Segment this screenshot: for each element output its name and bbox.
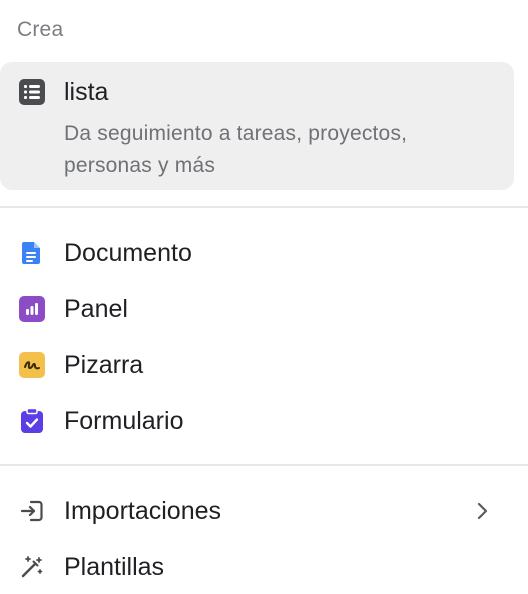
panel-chart-icon	[19, 296, 45, 322]
divider	[0, 464, 528, 466]
whiteboard-icon	[19, 352, 45, 378]
templates-label: Plantillas	[64, 553, 165, 581]
form-clipboard-icon	[19, 408, 45, 434]
panel-label: Panel	[64, 295, 128, 323]
magic-wand-icon	[19, 554, 45, 580]
import-icon	[19, 498, 45, 524]
imports-label: Importaciones	[64, 497, 222, 525]
list-title: lista	[64, 78, 109, 106]
create-document-item[interactable]: Documento	[0, 228, 528, 278]
divider	[0, 206, 528, 208]
create-whiteboard-item[interactable]: Pizarra	[0, 340, 528, 390]
templates-item[interactable]: Plantillas	[0, 542, 528, 592]
create-menu: Crea lista Da seguimiento a tareas, proy…	[0, 0, 528, 594]
create-panel-item[interactable]: Panel	[0, 284, 528, 334]
whiteboard-label: Pizarra	[64, 351, 144, 379]
document-label: Documento	[64, 239, 192, 267]
list-description: Da seguimiento a tareas, proyectos, pers…	[64, 122, 408, 177]
imports-item[interactable]: Importaciones	[0, 486, 528, 536]
create-form-item[interactable]: Formulario	[0, 396, 528, 446]
list-icon	[19, 79, 45, 105]
document-icon	[19, 240, 45, 266]
section-title: Crea	[17, 18, 64, 41]
chevron-right-icon	[474, 499, 492, 523]
form-label: Formulario	[64, 407, 184, 435]
create-list-item[interactable]: lista Da seguimiento a tareas, proyectos…	[0, 62, 514, 190]
